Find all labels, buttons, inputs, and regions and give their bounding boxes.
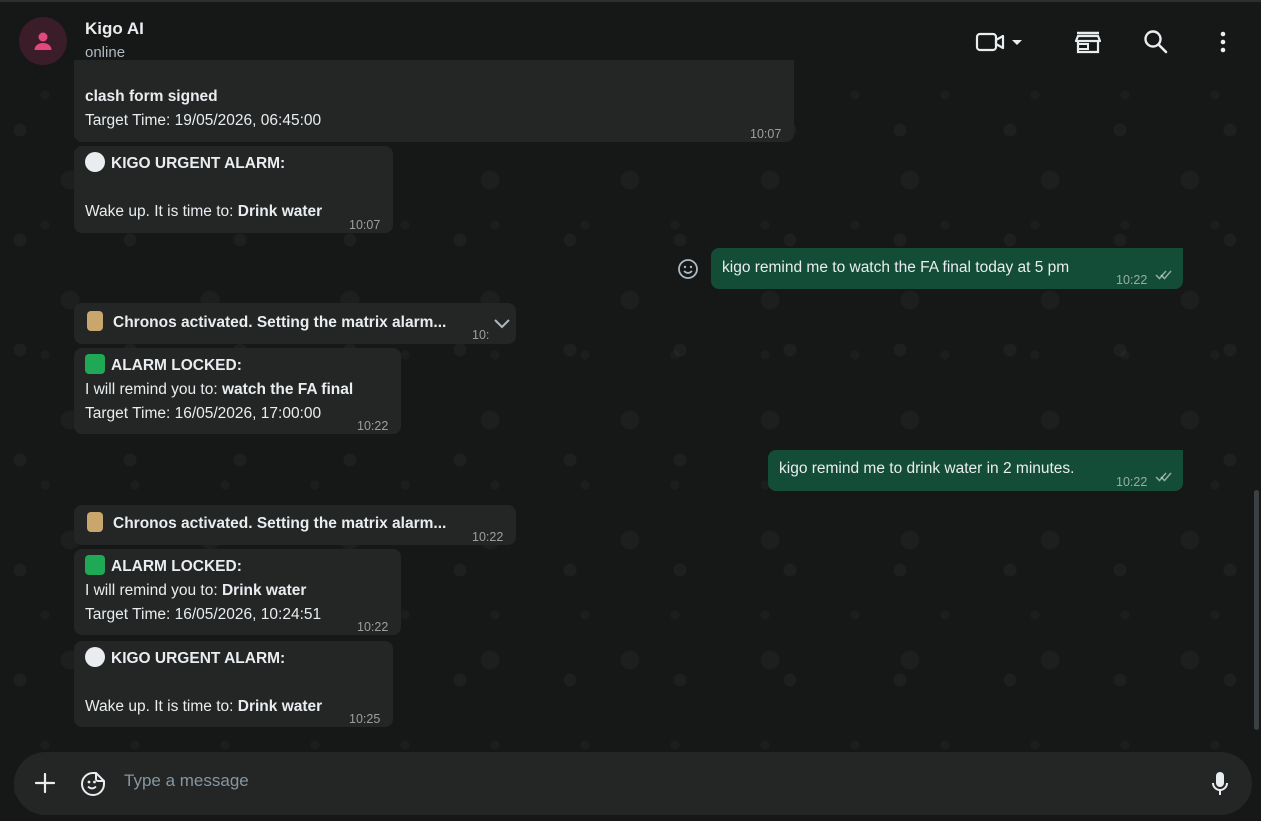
message-title: ALARM LOCKED: [111,558,242,575]
message-text: Target Time: 19/05/2026, 06:45:00 [85,112,322,129]
user-icon [34,32,52,50]
message-text: Chronos activated. Setting the matrix al… [113,314,447,331]
chat-window: Kigo AI online clash form signed Target … [0,0,1261,821]
hourglass-icon [87,512,103,532]
check-mark-icon [85,354,105,374]
scrollbar[interactable] [1254,490,1259,730]
message-time: 10:22 [357,419,389,433]
sticker-button[interactable] [80,771,106,802]
chevron-down-icon [1012,40,1022,45]
message-input[interactable]: Type a message [124,771,249,791]
message-time: 10:07 [750,127,782,141]
chevron-down-icon[interactable] [493,318,511,330]
double-check-icon [1155,472,1172,482]
hourglass-icon [87,311,103,331]
search-icon [1144,30,1168,54]
message-text: Chronos activated. Setting the matrix al… [113,515,447,532]
message-text: Target Time: 16/05/2026, 17:00:00 [85,405,322,422]
avatar[interactable] [19,17,67,65]
message-bubble-incoming[interactable]: Chronos activated. Setting the matrix al… [74,303,516,344]
message-text: clash form signed [85,88,218,105]
message-title: KIGO URGENT ALARM: [111,155,286,172]
message-text-bold: Drink water [237,203,323,220]
message-text: kigo remind me to watch the FA final tod… [722,259,1070,276]
message-composer[interactable]: Type a message [14,752,1252,815]
check-mark-icon [85,555,105,575]
more-options-button[interactable] [1213,29,1233,55]
message-text: Wake up. It is time to: [85,698,234,715]
message-bubble-incoming[interactable]: ALARM LOCKED: I will remind you to: Drin… [74,549,401,635]
attach-button[interactable] [34,772,56,799]
smiley-icon [678,259,698,279]
message-bubble-incoming[interactable]: ALARM LOCKED: I will remind you to: watc… [74,348,401,434]
message-bubble-incoming[interactable]: clash form signed Target Time: 19/05/202… [74,60,794,142]
voice-message-button[interactable] [1211,771,1229,802]
alarm-clock-icon [85,152,105,172]
contact-name[interactable]: Kigo AI [85,19,144,39]
message-time: 10:22 [1116,475,1148,489]
message-text-bold: Drink water [237,698,323,715]
message-text: Target Time: 16/05/2026, 10:24:51 [85,606,322,623]
message-text-bold: Drink water [221,582,307,599]
search-button[interactable] [1143,29,1169,55]
message-text: I will remind you to: [85,582,218,599]
message-time: 10:22 [1116,273,1148,287]
message-title: KIGO URGENT ALARM: [111,650,286,667]
shop-icon [1074,31,1102,54]
message-bubble-incoming[interactable]: KIGO URGENT ALARM: Wake up. It is time t… [74,641,393,727]
message-bubble-incoming[interactable]: KIGO URGENT ALARM: Wake up. It is time t… [74,146,393,233]
message-time: 10:25 [349,712,381,726]
message-bubble-outgoing[interactable]: kigo remind me to drink water in 2 minut… [768,450,1183,491]
alarm-clock-icon [85,647,105,667]
more-options-icon [1220,31,1226,53]
message-bubble-outgoing[interactable]: kigo remind me to watch the FA final tod… [711,248,1183,289]
sticker-icon [81,772,105,796]
message-time: 10:07 [349,218,381,232]
contact-status: online [85,44,126,61]
emoji-react-button[interactable] [677,258,699,285]
message-text: Wake up. It is time to: [85,203,234,220]
message-bubble-incoming[interactable]: Chronos activated. Setting the matrix al… [74,505,516,545]
message-text-bold: watch the FA final [221,381,354,398]
message-time: 10: [472,328,490,342]
microphone-icon [1212,772,1228,795]
video-call-icon [975,32,1022,52]
message-text: I will remind you to: [85,381,218,398]
message-time: 10:22 [357,620,389,634]
double-check-icon [1155,270,1172,280]
message-title: ALARM LOCKED: [111,357,242,374]
shop-button[interactable] [1074,29,1102,55]
video-call-button[interactable] [973,29,1029,55]
message-text: kigo remind me to drink water in 2 minut… [779,460,1075,477]
plus-icon [34,772,56,794]
message-time: 10:22 [472,530,504,544]
